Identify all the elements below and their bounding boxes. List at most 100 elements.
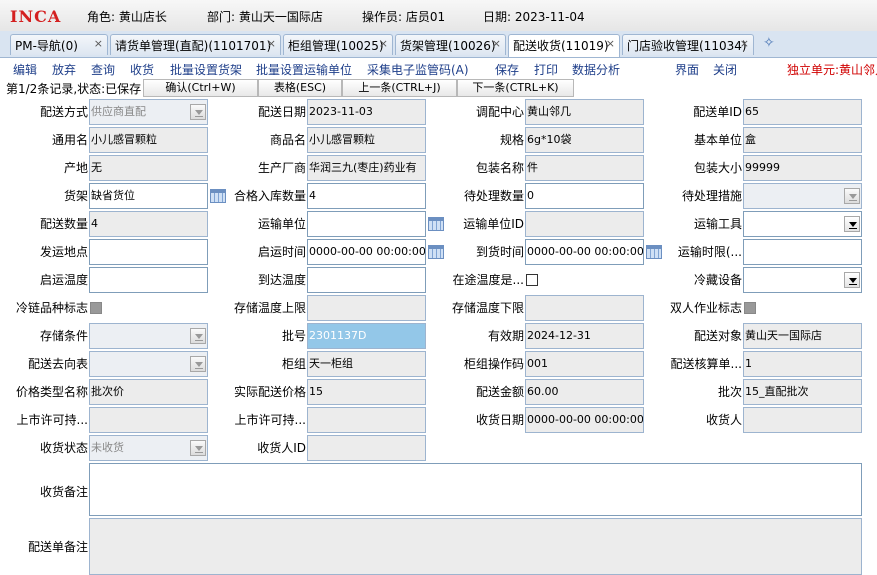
delivery-target-field[interactable]: 黄山天一国际店 bbox=[743, 323, 862, 349]
delivery-mode-select[interactable]: 供应商直配 bbox=[89, 99, 208, 125]
role-label: 角色: 黄山店长 bbox=[87, 10, 167, 24]
menu-interface[interactable]: 界面 bbox=[675, 61, 699, 78]
product-name-field[interactable]: 小儿感冒颗粒 bbox=[307, 127, 426, 153]
delivery-calc-field[interactable]: 1 bbox=[743, 351, 862, 377]
table-button[interactable]: 表格(ESC) bbox=[258, 79, 342, 97]
menu-receive[interactable]: 收货 bbox=[130, 61, 154, 78]
menu-close[interactable]: 关闭 bbox=[713, 61, 737, 78]
calendar-icon[interactable] bbox=[428, 245, 444, 259]
menu-edit[interactable]: 编辑 bbox=[13, 61, 37, 78]
menu-collect-code[interactable]: 采集电子监管码(A) bbox=[367, 61, 469, 78]
license2-field[interactable] bbox=[307, 407, 426, 433]
transport-tool-select[interactable] bbox=[743, 211, 862, 237]
pack-name-field[interactable]: 件 bbox=[525, 155, 644, 181]
shelf-field[interactable]: 缺省货位 bbox=[89, 183, 208, 209]
confirm-button[interactable]: 确认(Ctrl+W) bbox=[143, 79, 258, 97]
chevron-down-icon[interactable] bbox=[190, 440, 206, 456]
qualified-qty-field[interactable]: 4 bbox=[307, 183, 426, 209]
transport-unit-field[interactable] bbox=[307, 211, 426, 237]
chevron-down-icon[interactable] bbox=[190, 328, 206, 344]
close-icon[interactable]: × bbox=[492, 37, 501, 50]
menu-batch-transport[interactable]: 批量设置运输单位 bbox=[256, 61, 352, 78]
counter-op-code-field[interactable]: 001 bbox=[525, 351, 644, 377]
arrive-time-label: 到货时间 bbox=[475, 245, 524, 259]
spec-field[interactable]: 6g*10袋 bbox=[525, 127, 644, 153]
ship-from-field[interactable] bbox=[89, 239, 208, 265]
base-unit-field[interactable]: 盒 bbox=[743, 127, 862, 153]
menu-query[interactable]: 查询 bbox=[91, 61, 115, 78]
arrive-temp-field[interactable] bbox=[307, 267, 426, 293]
close-icon[interactable]: × bbox=[740, 37, 749, 50]
origin-field[interactable]: 无 bbox=[89, 155, 208, 181]
chevron-down-icon[interactable] bbox=[190, 104, 206, 120]
storage-cond-label: 存储条件 bbox=[39, 329, 88, 343]
chevron-down-icon[interactable] bbox=[190, 356, 206, 372]
chevron-down-icon[interactable] bbox=[844, 272, 860, 288]
base-unit-label: 基本单位 bbox=[693, 133, 742, 147]
dispatch-center-field[interactable]: 黄山邻几 bbox=[525, 99, 644, 125]
common-name-field[interactable]: 小儿感冒颗粒 bbox=[89, 127, 208, 153]
next-record-button[interactable]: 下一条(CTRL+K) bbox=[457, 79, 574, 97]
cold-chain-label: 冷链品种标志 bbox=[15, 301, 88, 315]
cold-chain-checkbox[interactable] bbox=[90, 302, 102, 314]
storage-cond-select[interactable] bbox=[89, 323, 208, 349]
calendar-icon[interactable] bbox=[428, 217, 444, 231]
start-time-field[interactable]: 0000-00-00 00:00:00 bbox=[307, 239, 426, 265]
receiver-id-field[interactable] bbox=[307, 435, 426, 461]
close-icon[interactable]: × bbox=[94, 37, 103, 50]
storage-temp-min-field[interactable] bbox=[525, 295, 644, 321]
transport-unit-id-field[interactable] bbox=[525, 211, 644, 237]
pack-size-field[interactable]: 99999 bbox=[743, 155, 862, 181]
manufacturer-field[interactable]: 华润三九(枣庄)药业有 bbox=[307, 155, 426, 181]
receive-status-select[interactable]: 未收货 bbox=[89, 435, 208, 461]
menu-analysis[interactable]: 数据分析 bbox=[572, 61, 620, 78]
close-icon[interactable]: × bbox=[379, 37, 388, 50]
menu-discard[interactable]: 放弃 bbox=[52, 61, 76, 78]
batch-no-field[interactable]: 2301137D bbox=[307, 323, 426, 349]
chevron-down-icon[interactable] bbox=[844, 188, 860, 204]
delivery-direction-select[interactable] bbox=[89, 351, 208, 377]
chevron-down-icon[interactable] bbox=[844, 216, 860, 232]
pending-action-label: 待处理措施 bbox=[681, 189, 742, 203]
delivery-id-field[interactable]: 65 bbox=[743, 99, 862, 125]
delivery-date-field[interactable]: 2023-11-03 bbox=[307, 99, 426, 125]
counter-group-field[interactable]: 天一柜组 bbox=[307, 351, 426, 377]
tab-counter-group[interactable]: 柜组管理(10025) × bbox=[283, 34, 393, 55]
receive-date-field[interactable]: 0000-00-00 00:00:00 bbox=[525, 407, 644, 433]
transport-limit-field[interactable] bbox=[743, 239, 862, 265]
close-icon[interactable]: × bbox=[267, 37, 276, 50]
delivery-note-textarea[interactable] bbox=[89, 518, 862, 575]
receiver-label: 收货人 bbox=[705, 413, 742, 427]
close-icon[interactable]: × bbox=[606, 37, 615, 50]
start-temp-field[interactable] bbox=[89, 267, 208, 293]
receiver-field[interactable] bbox=[743, 407, 862, 433]
license1-field[interactable] bbox=[89, 407, 208, 433]
prev-record-button[interactable]: 上一条(CTRL+J) bbox=[342, 79, 457, 97]
menu-batch-shelf[interactable]: 批量设置货架 bbox=[170, 61, 242, 78]
calendar-icon[interactable] bbox=[210, 189, 226, 203]
expiry-field[interactable]: 2024-12-31 bbox=[525, 323, 644, 349]
delivery-qty-field[interactable]: 4 bbox=[89, 211, 208, 237]
pending-qty-field[interactable]: 0 bbox=[525, 183, 644, 209]
tab-store-inspection[interactable]: 门店验收管理(11034) × bbox=[622, 34, 754, 55]
storage-temp-max-field[interactable] bbox=[307, 295, 426, 321]
tab-request-order[interactable]: 请货单管理(直配)(1101701) × bbox=[110, 34, 281, 55]
tab-shelf-management[interactable]: 货架管理(10026) × bbox=[395, 34, 506, 55]
delivery-amount-field[interactable]: 60.00 bbox=[525, 379, 644, 405]
calendar-icon[interactable] bbox=[646, 245, 662, 259]
in-transit-temp-checkbox[interactable] bbox=[526, 274, 538, 286]
delivery-direction-label: 配送去向表 bbox=[27, 357, 88, 371]
menu-print[interactable]: 打印 bbox=[534, 61, 558, 78]
batch-field[interactable]: 15_直配批次 bbox=[743, 379, 862, 405]
tab-pm-nav[interactable]: PM-导航(0) × bbox=[10, 34, 108, 55]
menu-save[interactable]: 保存 bbox=[495, 61, 519, 78]
receive-note-textarea[interactable] bbox=[89, 463, 862, 516]
pending-action-select[interactable] bbox=[743, 183, 862, 209]
tab-delivery-receive[interactable]: 配送收货(11019) × bbox=[508, 34, 620, 57]
add-tab-icon[interactable]: ✧ bbox=[763, 35, 775, 51]
arrive-time-field[interactable]: 0000-00-00 00:00:00 bbox=[525, 239, 644, 265]
actual-price-field[interactable]: 15 bbox=[307, 379, 426, 405]
cold-device-select[interactable] bbox=[743, 267, 862, 293]
price-type-field[interactable]: 批次价 bbox=[89, 379, 208, 405]
double-op-checkbox[interactable] bbox=[744, 302, 756, 314]
